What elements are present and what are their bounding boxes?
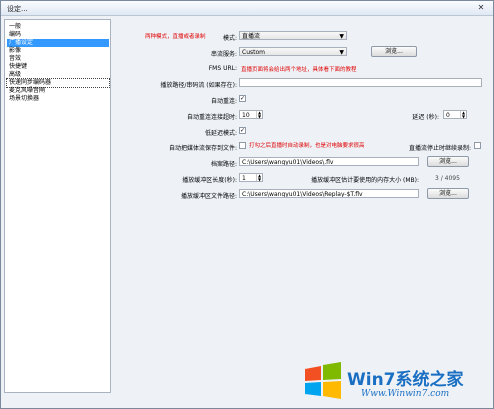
playpath-label: 播放路径/串码流 (如果存在): (160, 82, 237, 89)
window-title: 设定... (7, 5, 28, 13)
replay-path-label: 播放缓冲区文件路径: (180, 193, 237, 200)
service-select[interactable]: Custom ▼ (239, 47, 347, 56)
replay-path-browse-button[interactable]: 浏览... (427, 188, 469, 199)
title-bar: 设定... ✕ (1, 1, 493, 16)
chevron-down-icon: ▼ (339, 49, 344, 56)
settings-window: 设定... ✕ 一般 编码 广播设定 影像 音效 快捷键 高级 快速同步编码器 … (0, 0, 494, 409)
stop-on-end-checkbox[interactable] (474, 142, 481, 149)
reconnect-timeout-label: 自动重连连接超时: (186, 114, 237, 121)
mode-label: 模式: (222, 35, 237, 42)
spin-arrows-icon[interactable]: ▲ ▼ (256, 174, 262, 181)
stop-on-end-label: 直播流停止时继续录制: (408, 145, 471, 152)
sidebar-item-scene-switcher[interactable]: 场景切换器 (7, 95, 109, 103)
reconnect-timeout-stepper[interactable]: 10 ▲ ▼ (239, 110, 263, 119)
settings-category-list[interactable]: 一般 编码 广播设定 影像 音效 快捷键 高级 快速同步编码器 麦克风噪音闸 场… (4, 19, 111, 393)
sidebar-item-broadcast[interactable]: 广播设定 (7, 39, 109, 47)
mode-select-value: 直播流 (242, 33, 261, 40)
sidebar-item-hotkeys[interactable]: 快捷键 (7, 63, 109, 71)
low-latency-checkbox[interactable]: ✓ (239, 127, 246, 134)
auto-reconnect-label: 自动重连: (210, 98, 237, 105)
watermark-logo: Win7系统之家 Www.Winwin7.com (301, 353, 491, 407)
mode-annotation: 两种模式，直播或者录制 (145, 34, 206, 40)
mode-select[interactable]: 直播流 ▼ (239, 31, 347, 40)
chevron-down-icon: ▼ (339, 33, 344, 40)
service-select-value: Custom (242, 49, 265, 56)
auto-save-checkbox[interactable] (239, 142, 246, 149)
file-path-input[interactable]: C:\Users\wangyu01\Videos\.flv (239, 157, 419, 166)
auto-save-annotation: 打勾之后直播时自动录制，也是对电脑要求很高 (249, 143, 365, 149)
delay-stepper[interactable]: 0 ▲ ▼ (443, 110, 467, 119)
broadcast-settings-panel: 两种模式，直播或者录制 模式: 直播流 ▼ 串流服务: Custom ▼ 浏览.… (113, 19, 489, 391)
sidebar-item-general[interactable]: 一般 (7, 23, 109, 31)
sidebar-item-quicksync[interactable]: 快速同步编码器 (6, 78, 110, 88)
service-browse-button[interactable]: 浏览... (371, 46, 417, 57)
watermark-url: Www.Winwin7.com (361, 389, 450, 399)
file-path-label: 档案路径: (210, 161, 237, 168)
fms-annotation: 直播页面将会给出两个地址，具体看下面的教程 (241, 67, 357, 73)
auto-save-label: 自动把媒体流保存到文件: (168, 145, 237, 152)
spin-arrows-icon[interactable]: ▲ ▼ (460, 111, 466, 118)
delay-value: 0 (446, 112, 450, 119)
sidebar-item-advanced[interactable]: 高级 (7, 71, 109, 79)
file-path-browse-button[interactable]: 浏览... (427, 156, 469, 167)
replay-memory-value: 3 / 4095 (435, 175, 460, 182)
delay-label: 延迟 (秒): (412, 114, 439, 121)
close-icon[interactable]: ✕ (473, 3, 489, 13)
replay-length-stepper[interactable]: 1 ▲ ▼ (239, 173, 263, 182)
sidebar-item-encoding[interactable]: 编码 (7, 31, 109, 39)
sidebar-item-video[interactable]: 影像 (7, 47, 109, 55)
reconnect-timeout-value: 10 (242, 112, 250, 119)
sidebar-item-audio[interactable]: 音效 (7, 55, 109, 63)
spin-arrows-icon[interactable]: ▲ ▼ (256, 111, 262, 118)
low-latency-label: 低延迟模式: (204, 130, 237, 137)
replay-length-label: 播放缓冲区长度(秒): (182, 177, 237, 184)
watermark-text: Win7系统之家 (347, 370, 464, 390)
replay-path-input[interactable]: C:\Users\wangyu01\Videos\Replay-$T.flv (239, 189, 419, 198)
service-label: 串流服务: (210, 51, 237, 58)
sidebar-item-noise-gate[interactable]: 麦克风噪音闸 (7, 87, 109, 95)
replay-length-value: 1 (242, 175, 246, 182)
windows-flag-icon (305, 362, 341, 399)
replay-memory-label: 播放缓冲区估计要使用的内存大小 (MB): (311, 177, 419, 184)
fms-url-label: FMS URL: (208, 65, 237, 72)
auto-reconnect-checkbox[interactable]: ✓ (239, 95, 246, 102)
playpath-input[interactable] (239, 78, 482, 87)
